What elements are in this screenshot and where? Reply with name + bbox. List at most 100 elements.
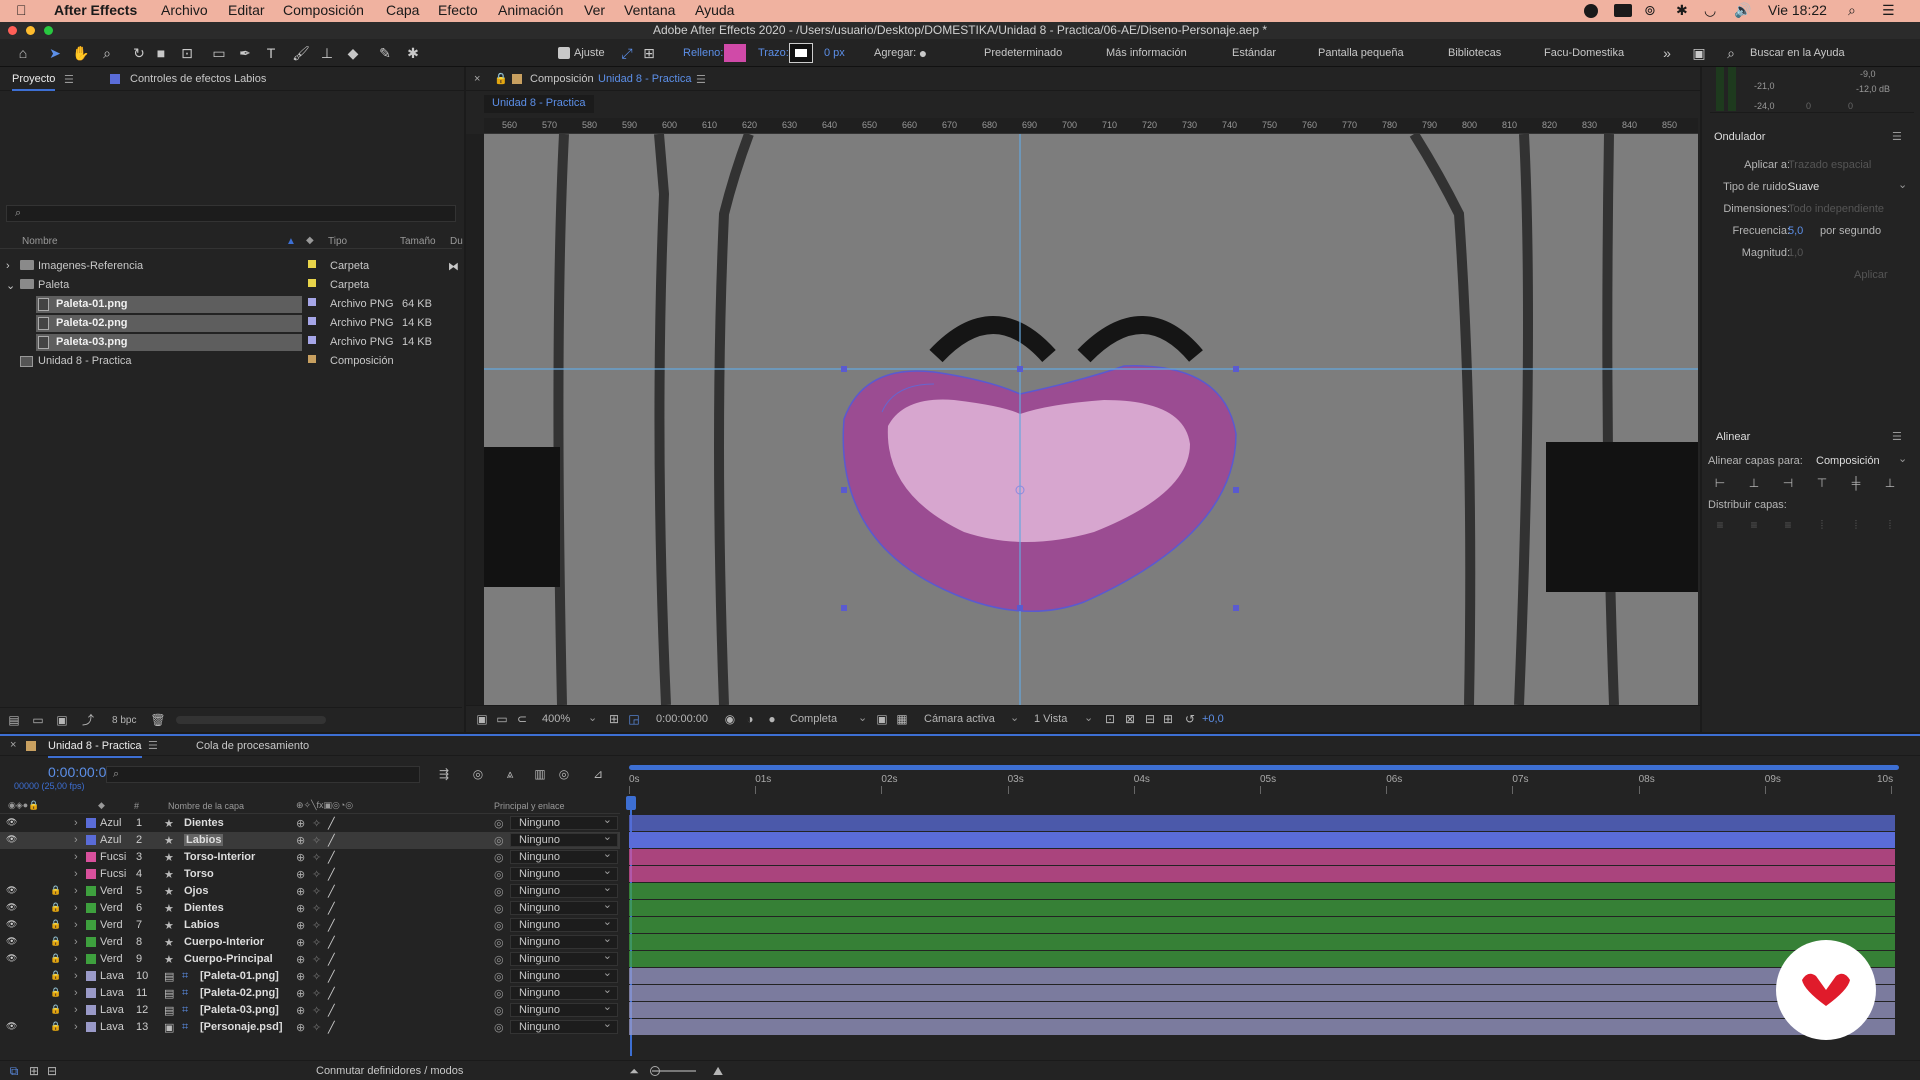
layer-row[interactable]: › Fucsi 3 ★ Torso-Interior ⊕ ✧ ╱ ◎ Ninguno [0, 848, 620, 866]
menu-item-efecto[interactable]: Efecto [438, 2, 478, 18]
pick-whip-icon[interactable]: ◎ [494, 1021, 504, 1034]
workspace-pantalla-pequena[interactable]: Pantalla pequeña [1318, 47, 1404, 59]
parent-dropdown[interactable]: Ninguno [510, 882, 618, 898]
quality-switch-icon[interactable]: ╱ [328, 817, 335, 830]
camera-view-value[interactable]: Cámara activa [924, 713, 995, 725]
layer-row[interactable]: 👁 🔒 › Verd 7 ★ Labios ⊕ ✧ ╱ ◎ Ninguno [0, 916, 620, 934]
camera-tool-icon[interactable]: ■ [152, 44, 170, 62]
shy-switch-icon[interactable]: ⊕ [296, 851, 305, 864]
reset-exposure-icon[interactable]: ↺ [1182, 711, 1198, 727]
label-color-swatch[interactable] [86, 869, 96, 879]
zoom-out-icon[interactable]: ⏶ [626, 1063, 642, 1079]
layer-name[interactable]: Dientes [184, 817, 224, 829]
parent-dropdown[interactable]: Ninguno [510, 967, 618, 983]
col-duration[interactable]: Du [450, 236, 463, 247]
shy-switch-icon[interactable]: ⊕ [296, 868, 305, 881]
viewer-timecode[interactable]: 0:00:00:00 [656, 713, 708, 725]
noise-type-dropdown[interactable]: Suave [1788, 181, 1910, 193]
col-layer-name[interactable]: Nombre de la capa [168, 801, 244, 811]
minimize-window-button[interactable] [26, 26, 35, 35]
menu-clock[interactable]: Vie 18:22 [1768, 2, 1827, 18]
zoom-dropdown-icon[interactable]: ⌄ [588, 711, 597, 724]
col-type[interactable]: Tipo [328, 236, 347, 247]
frequency-value[interactable]: 5,0 [1788, 225, 1803, 237]
distribute-bottom-icon[interactable]: ≡ [1780, 517, 1796, 533]
menu-item-editar[interactable]: Editar [228, 2, 265, 18]
apply-button[interactable]: Aplicar [1854, 269, 1888, 281]
brush-tool-icon[interactable]: 🖌 [292, 44, 310, 62]
camera-dropdown-icon[interactable]: ⌄ [1010, 711, 1019, 724]
disclosure-triangle-icon[interactable]: ⌄ [6, 279, 15, 292]
layer-row[interactable]: 👁 🔒 › Verd 9 ★ Cuerpo-Principal ⊕ ✧ ╱ ◎ Ninguno [0, 950, 620, 968]
workspace-panel-icon[interactable]: ▣ [1690, 44, 1708, 62]
align-top-icon[interactable]: ⊤ [1814, 475, 1830, 491]
menu-app-name[interactable]: After Effects [54, 2, 137, 18]
pick-whip-icon[interactable]: ◎ [494, 936, 504, 949]
interpret-footage-icon[interactable]: ▤ [6, 712, 22, 728]
label-color-swatch[interactable] [308, 317, 316, 325]
label-color-swatch[interactable] [308, 260, 316, 268]
layer-duration-bar[interactable] [629, 832, 1895, 848]
toggle-switches-modes[interactable]: Conmutar definidores / modos [316, 1065, 463, 1077]
quality-switch-icon[interactable]: ╱ [328, 834, 335, 847]
panel-menu-icon[interactable]: ☰ [148, 739, 158, 752]
render-time-icon[interactable]: ⊟ [44, 1063, 60, 1079]
resolution-dropdown-icon[interactable]: ⌄ [858, 711, 867, 724]
zoom-slider-knob[interactable] [650, 1066, 660, 1076]
menu-item-ventana[interactable]: Ventana [624, 2, 675, 18]
shy-layers-icon[interactable]: ⩓ [502, 766, 518, 782]
lock-icon[interactable]: 🔒 [494, 72, 508, 85]
workspace-bibliotecas[interactable]: Bibliotecas [1448, 47, 1501, 59]
label-color-swatch[interactable] [86, 852, 96, 862]
vr-icon[interactable]: ⊂ [514, 711, 530, 727]
shy-switch-icon[interactable]: ⊕ [296, 902, 305, 915]
shy-switch-icon[interactable]: ⊕ [296, 1021, 305, 1034]
pan-behind-tool-icon[interactable]: ⊡ [178, 44, 196, 62]
layer-duration-bar[interactable] [629, 883, 1895, 899]
collapse-switch-icon[interactable]: ✧ [312, 970, 321, 983]
graph-editor-icon[interactable]: ⊿ [590, 766, 606, 782]
visibility-eye-icon[interactable]: 👁 [6, 1021, 17, 1032]
shy-switch-icon[interactable]: ⊕ [296, 885, 305, 898]
visibility-eye-icon[interactable]: 👁 [6, 834, 17, 845]
comp-mini-flowchart-icon[interactable]: ⇶ [436, 766, 452, 782]
expand-layer-icon[interactable]: › [74, 987, 78, 999]
layer-row[interactable]: 👁 🔒 › Verd 8 ★ Cuerpo-Interior ⊕ ✧ ╱ ◎ Ninguno [0, 933, 620, 951]
label-column-icon[interactable]: ◆ [306, 235, 314, 246]
label-color-swatch[interactable] [308, 298, 316, 306]
comp-tab-name[interactable]: Unidad 8 - Practica [598, 73, 692, 85]
shy-switch-icon[interactable]: ⊕ [296, 987, 305, 1000]
pick-whip-icon[interactable]: ◎ [494, 953, 504, 966]
parent-dropdown[interactable]: Ninguno [510, 899, 618, 915]
quality-switch-icon[interactable]: ╱ [328, 1004, 335, 1017]
label-color-swatch[interactable] [86, 920, 96, 930]
distribute-hcenter-icon[interactable]: ⦙ [1848, 517, 1864, 533]
col-parent[interactable]: Principal y enlace [494, 801, 565, 811]
layer-row[interactable]: 🔒 › Lava 10 ▤ ⌗ [Paleta-01.png] ⊕ ✧ ╱ ◎ Ninguno [0, 967, 620, 985]
panel-menu-icon[interactable]: ☰ [696, 73, 706, 86]
collapse-switch-icon[interactable]: ✧ [312, 1004, 321, 1017]
col-name[interactable]: Nombre [22, 236, 58, 247]
project-item-row[interactable]: Paleta-02.png Archivo PNG 14 KB [0, 314, 462, 333]
pick-whip-icon[interactable]: ◎ [494, 902, 504, 915]
snap-extend-icon[interactable]: ⊞ [640, 44, 658, 62]
sync-icon[interactable]: ⊚ [1644, 2, 1656, 19]
visibility-eye-icon[interactable]: 👁 [6, 953, 17, 964]
label-color-swatch[interactable] [86, 971, 96, 981]
collapse-switch-icon[interactable]: ✧ [312, 936, 321, 949]
region-of-interest-icon[interactable]: ▣ [874, 711, 890, 727]
lock-icon[interactable]: 🔒 [50, 1004, 61, 1015]
align-vcenter-icon[interactable]: ╪ [1848, 475, 1864, 491]
layer-name[interactable]: Labios [184, 919, 219, 931]
creative-cloud-icon[interactable] [1614, 4, 1632, 17]
panel-menu-icon[interactable]: ☰ [64, 73, 74, 86]
bit-depth[interactable]: 8 bpc [112, 715, 136, 726]
stroke-width-value[interactable]: 0 px [824, 47, 845, 59]
layer-duration-bar[interactable] [629, 951, 1895, 967]
collapse-switch-icon[interactable]: ✧ [312, 817, 321, 830]
pick-whip-icon[interactable]: ◎ [494, 851, 504, 864]
menu-item-ayuda[interactable]: Ayuda [695, 2, 734, 18]
trash-icon[interactable]: 🗑 [150, 712, 166, 728]
pick-whip-icon[interactable]: ◎ [494, 868, 504, 881]
project-item-row[interactable]: Paleta-01.png Archivo PNG 64 KB [0, 295, 462, 314]
